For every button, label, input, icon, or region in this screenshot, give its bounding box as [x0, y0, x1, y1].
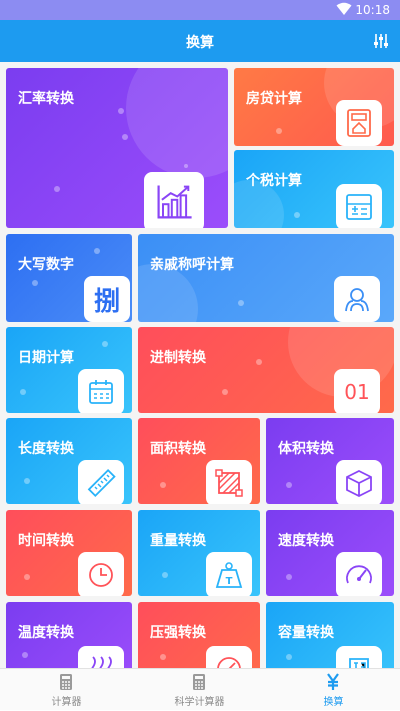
- tile-label: 长度转换: [18, 441, 74, 457]
- tile-mortgage[interactable]: 房贷计算: [234, 68, 394, 146]
- tile-weight[interactable]: 重量转换 T: [138, 510, 260, 596]
- tile-exchange-rate[interactable]: 汇率转换: [6, 68, 228, 228]
- page-title: 换算: [186, 35, 214, 51]
- gauge-icon: [206, 646, 252, 668]
- tile-temperature[interactable]: 温度转换: [6, 602, 132, 668]
- tab-label: 科学计算器: [174, 697, 225, 708]
- tab-scientific-calculator[interactable]: 科学计算器: [133, 669, 266, 711]
- family-icon: [334, 276, 380, 322]
- heat-icon: [78, 646, 124, 668]
- tile-pressure[interactable]: 压强转换: [138, 602, 260, 668]
- tile-speed[interactable]: 速度转换: [266, 510, 394, 596]
- tab-label: 计算器: [51, 697, 82, 708]
- ruler-icon: [78, 460, 124, 504]
- tile-label: 容量转换: [278, 625, 334, 641]
- calculator-icon: [336, 184, 382, 228]
- tile-label: 温度转换: [18, 625, 74, 641]
- tile-base-conversion[interactable]: 进制转换 01: [138, 327, 394, 413]
- tile-label: 房贷计算: [246, 91, 302, 107]
- tab-label: 换算: [323, 697, 344, 708]
- bottom-tab-bar: 计算器 科学计算器 换算: [0, 668, 400, 710]
- tile-volume[interactable]: 体积转换: [266, 418, 394, 504]
- tile-label: 亲戚称呼计算: [150, 257, 234, 273]
- calendar-icon: [78, 369, 124, 413]
- status-bar: 10:18: [0, 0, 400, 20]
- tile-label: 压强转换: [150, 625, 206, 641]
- status-time: 10:18: [355, 3, 390, 17]
- chart-icon: [144, 172, 204, 228]
- container-icon: [336, 646, 382, 668]
- scientific-calculator-icon: [193, 674, 205, 690]
- binary-text: 01: [344, 380, 370, 404]
- wifi-icon: [336, 2, 352, 15]
- tile-label: 时间转换: [18, 533, 74, 549]
- tab-calculator[interactable]: 计算器: [0, 669, 133, 711]
- tile-label: 面积转换: [150, 441, 206, 457]
- converter-grid: 汇率转换 房贷计算 个税计算 大写数字 捌 亲戚称呼计算 日期计算 进制转换 0…: [0, 62, 400, 668]
- settings-sliders-icon[interactable]: [372, 32, 390, 50]
- tile-label: 体积转换: [278, 441, 334, 457]
- tile-label: 日期计算: [18, 350, 74, 366]
- tile-length[interactable]: 长度转换: [6, 418, 132, 504]
- area-icon: [206, 460, 252, 504]
- tab-conversion[interactable]: 换算: [267, 669, 400, 711]
- speedometer-icon: [336, 552, 382, 596]
- weight-icon: T: [206, 552, 252, 596]
- binary-icon: 01: [334, 369, 380, 413]
- tile-label: 大写数字: [18, 257, 74, 273]
- cube-icon: [336, 460, 382, 504]
- numeral-glyph: 捌: [93, 286, 120, 317]
- tile-uppercase-number[interactable]: 大写数字 捌: [6, 234, 132, 322]
- chinese-numeral-icon: 捌: [84, 276, 130, 322]
- weight-glyph: T: [226, 576, 233, 587]
- calculator-icon: [60, 674, 72, 690]
- house-calculator-icon: [336, 100, 382, 146]
- tile-label: 汇率转换: [18, 91, 74, 107]
- tile-date-calc[interactable]: 日期计算: [6, 327, 132, 413]
- tile-income-tax[interactable]: 个税计算: [234, 150, 394, 228]
- tile-relative-title[interactable]: 亲戚称呼计算: [138, 234, 394, 322]
- clock-icon: [78, 552, 124, 596]
- tile-label: 速度转换: [278, 533, 334, 549]
- tile-label: 重量转换: [150, 533, 206, 549]
- app-bar: 换算: [0, 20, 400, 62]
- yuan-icon: [327, 673, 339, 690]
- tile-label: 进制转换: [150, 350, 206, 366]
- tile-area[interactable]: 面积转换: [138, 418, 260, 504]
- tile-label: 个税计算: [246, 173, 302, 189]
- tile-capacity[interactable]: 容量转换: [266, 602, 394, 668]
- tile-time[interactable]: 时间转换: [6, 510, 132, 596]
